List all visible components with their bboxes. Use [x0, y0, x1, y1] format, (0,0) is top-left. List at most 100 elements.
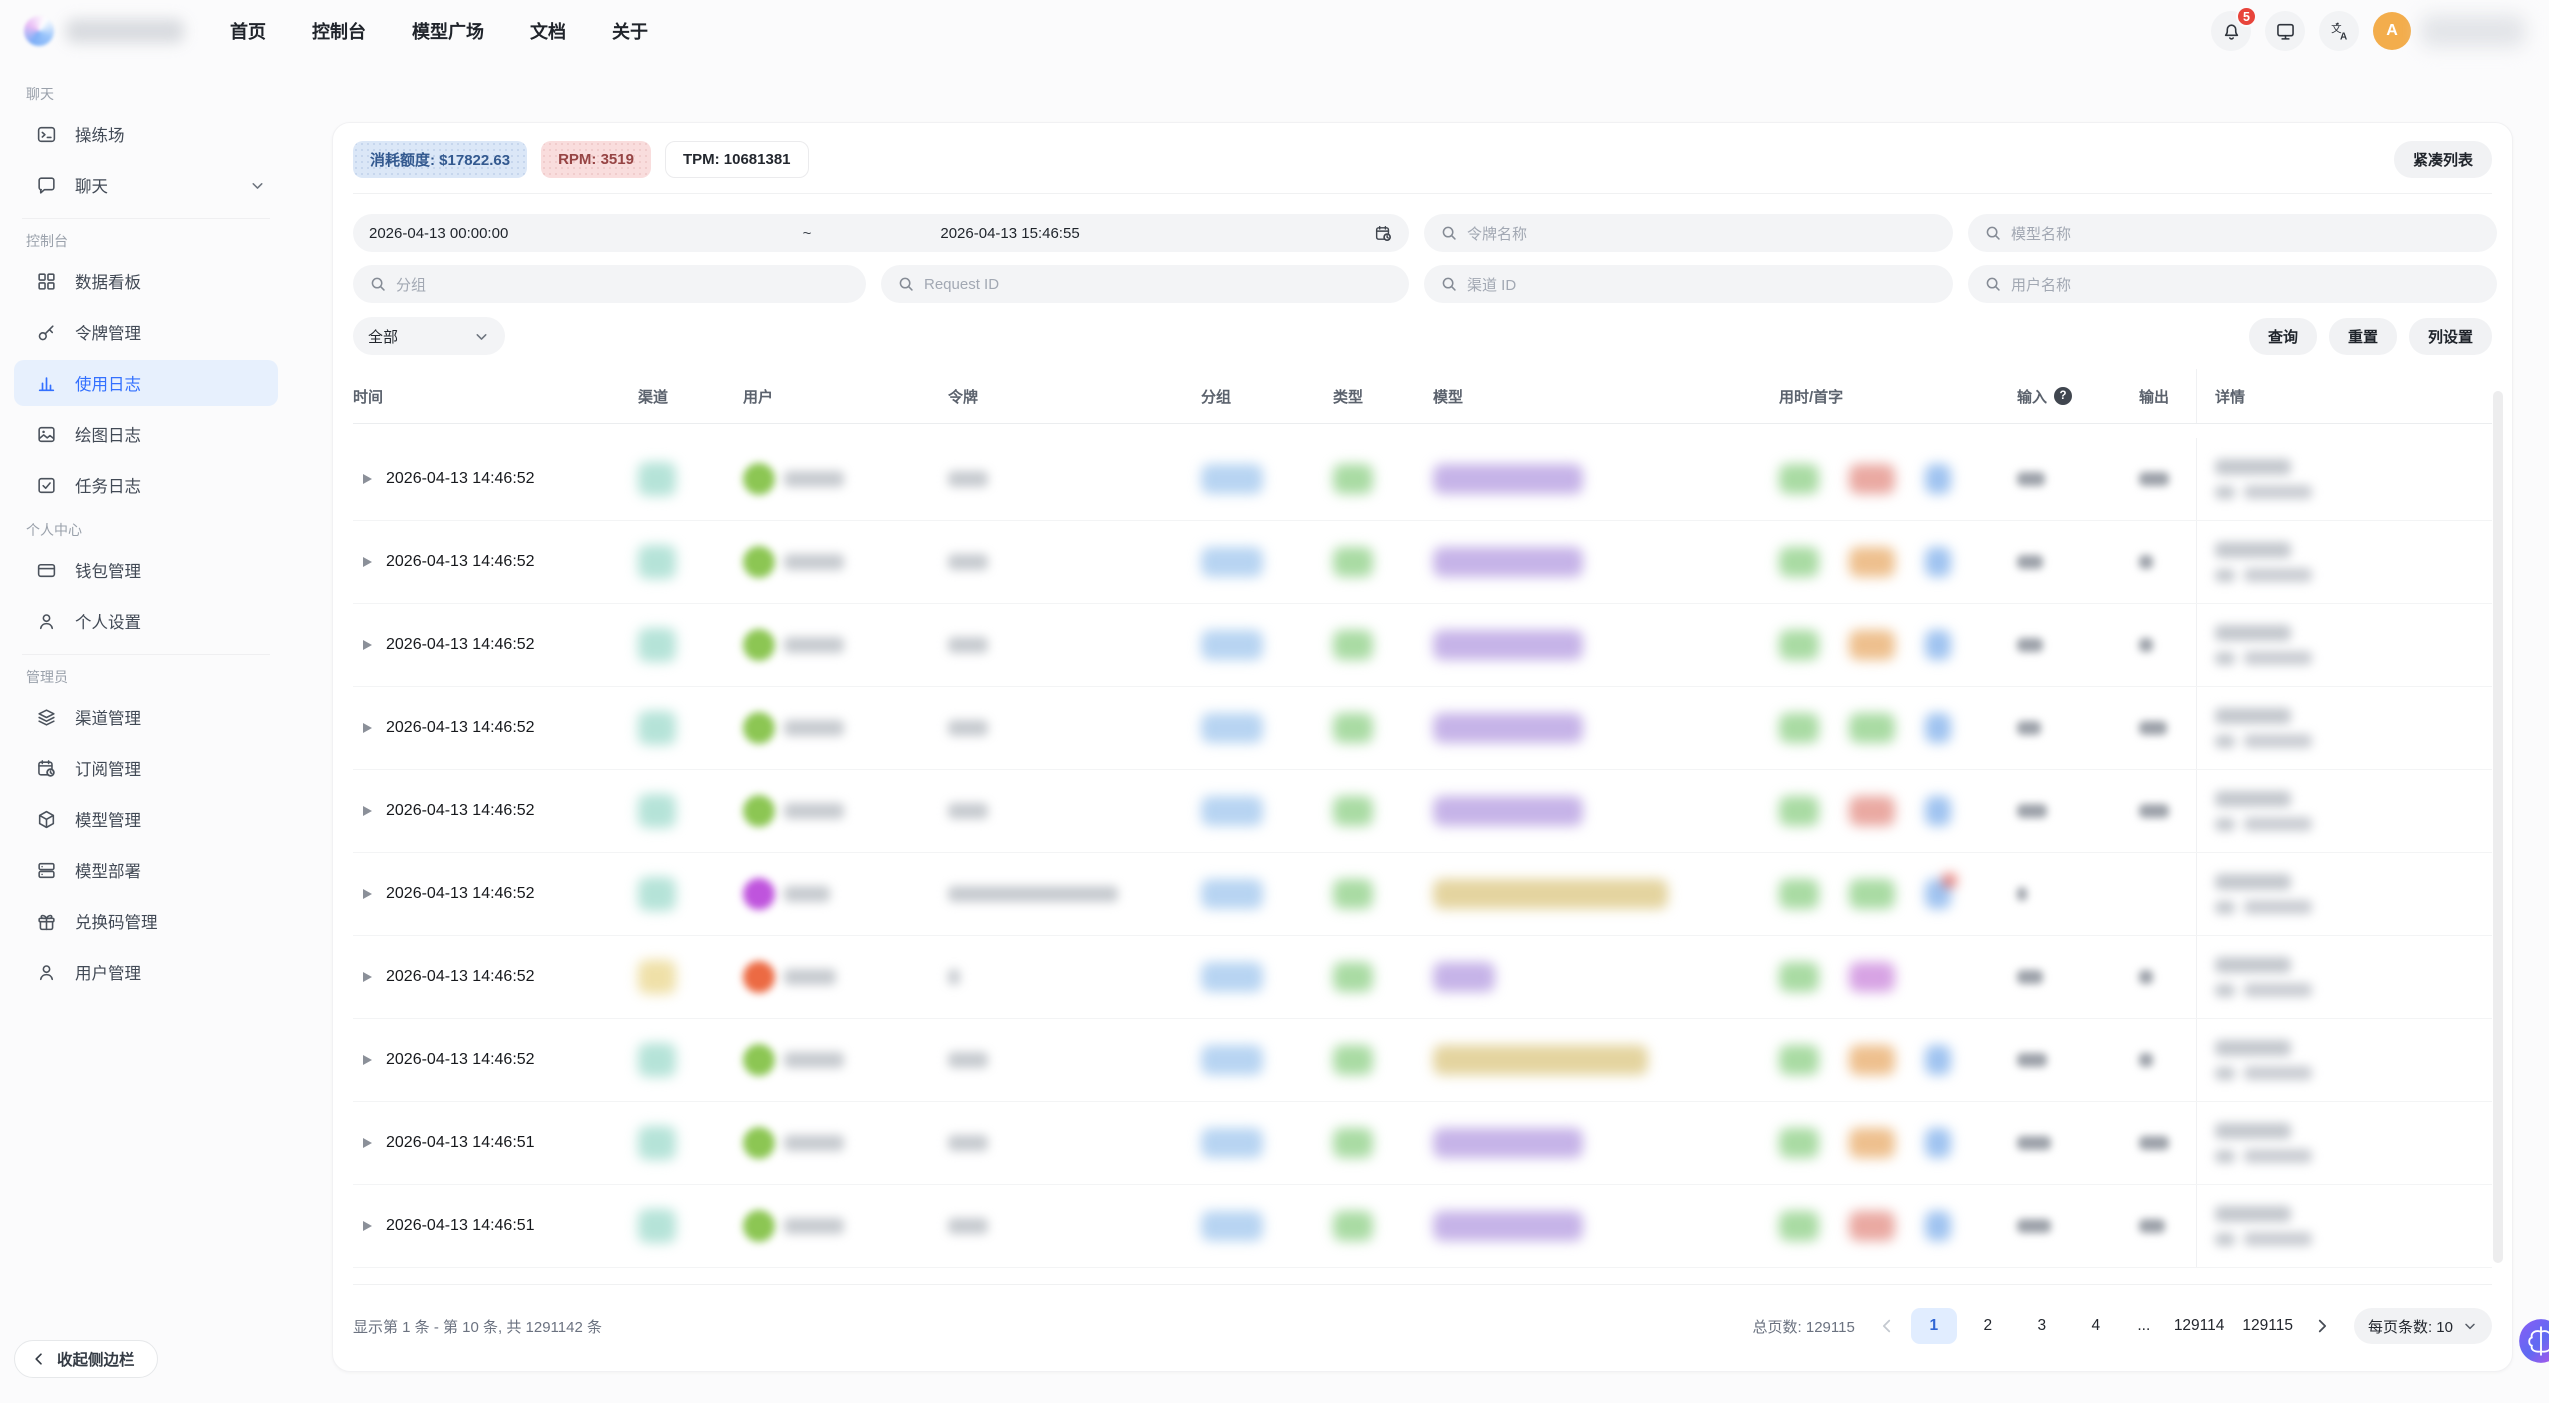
sidebar-item-redemption[interactable]: 兑换码管理: [14, 898, 278, 944]
reset-button[interactable]: 重置: [2329, 318, 2397, 355]
type-tag: [1333, 464, 1373, 494]
help-icon[interactable]: ?: [2054, 387, 2072, 405]
col-token: 令牌: [948, 386, 1201, 407]
collapse-sidebar-button[interactable]: 收起侧边栏: [14, 1340, 158, 1378]
nav-home[interactable]: 首页: [230, 18, 266, 44]
expand-caret-icon[interactable]: [363, 806, 372, 816]
sidebar-item-usage-logs[interactable]: 使用日志: [14, 360, 278, 406]
table-scrollbar[interactable]: [2493, 391, 2503, 1263]
expand-caret-icon[interactable]: [363, 1138, 372, 1148]
table-row[interactable]: 2026-04-13 14:46:51: [353, 1102, 2492, 1185]
expand-caret-icon[interactable]: [363, 474, 372, 484]
model-name-input[interactable]: 模型名称: [1968, 214, 2497, 252]
language-button[interactable]: 文A: [2319, 11, 2359, 51]
details-line-blurred: [2215, 791, 2291, 807]
sidebar-item-dashboard[interactable]: 数据看板: [14, 258, 278, 304]
sidebar-item-models[interactable]: 模型管理: [14, 796, 278, 842]
notifications-button[interactable]: 5: [2211, 11, 2251, 51]
sidebar-item-settings[interactable]: 个人设置: [14, 598, 278, 644]
calendar-clock-icon: [36, 758, 57, 779]
expand-caret-icon[interactable]: [363, 889, 372, 899]
table-body: 2026-04-13 14:46:52 2026-04-13 14:46:52: [353, 424, 2492, 1268]
type-select[interactable]: 全部: [353, 317, 505, 355]
details-cell: [2196, 1102, 2494, 1184]
sidebar-item-wallet[interactable]: 钱包管理: [14, 547, 278, 593]
username-input[interactable]: 用户名称: [1968, 265, 2497, 303]
expand-caret-icon[interactable]: [363, 1221, 372, 1231]
sidebar-item-tokens[interactable]: 令牌管理: [14, 309, 278, 355]
collapse-sidebar-label: 收起侧边栏: [57, 1348, 135, 1370]
table-row[interactable]: 2026-04-13 14:46:52: [353, 521, 2492, 604]
sidebar-item-users[interactable]: 用户管理: [14, 949, 278, 995]
sidebar-item-deployments[interactable]: 模型部署: [14, 847, 278, 893]
details-cost-blurred: [2244, 651, 2312, 665]
expand-caret-icon[interactable]: [363, 723, 372, 733]
column-settings-button[interactable]: 列设置: [2409, 318, 2492, 355]
page-button[interactable]: 129115: [2237, 1308, 2298, 1344]
table-row[interactable]: 2026-04-13 14:46:51: [353, 1185, 2492, 1268]
group-tag: [1201, 879, 1263, 909]
assistant-float-button[interactable]: [2518, 1318, 2549, 1364]
table-row[interactable]: 2026-04-13 14:46:52: [353, 770, 2492, 853]
brand[interactable]: [24, 16, 192, 46]
user-name-blurred: [784, 637, 844, 653]
table-row[interactable]: 2026-04-13 14:46:52: [353, 438, 2492, 521]
latency-pill: [1925, 1211, 1951, 1241]
request-id-input[interactable]: Request ID: [881, 265, 1409, 303]
latency-pill: [1849, 464, 1895, 494]
nav-console[interactable]: 控制台: [312, 18, 366, 44]
nav-about[interactable]: 关于: [612, 18, 648, 44]
user-avatar: [743, 1210, 775, 1242]
details-line-blurred: [2215, 708, 2291, 724]
row-timestamp: 2026-04-13 14:46:52: [386, 968, 535, 986]
nav-model-square[interactable]: 模型广场: [412, 18, 484, 44]
page-button[interactable]: 3: [2019, 1308, 2065, 1344]
compact-list-button[interactable]: 紧凑列表: [2394, 141, 2492, 178]
expand-caret-icon[interactable]: [363, 640, 372, 650]
server-icon: [36, 860, 57, 881]
avatar[interactable]: A: [2373, 12, 2411, 50]
table-row[interactable]: 2026-04-13 14:46:52: [353, 1019, 2492, 1102]
sidebar-item-drawing-logs[interactable]: 绘图日志: [14, 411, 278, 457]
page-button[interactable]: 4: [2073, 1308, 2119, 1344]
calendar-icon: [1374, 224, 1393, 243]
table-row[interactable]: 2026-04-13 14:46:52: [353, 853, 2492, 936]
page-button[interactable]: 129114: [2169, 1308, 2230, 1344]
chevron-left-icon: [31, 1351, 47, 1367]
latency-tags: [1779, 464, 2017, 494]
next-page-button[interactable]: [2306, 1308, 2338, 1344]
sidebar-item-subscriptions[interactable]: 订阅管理: [14, 745, 278, 791]
token-name-input[interactable]: 令牌名称: [1424, 214, 1953, 252]
expand-caret-icon[interactable]: [363, 1055, 372, 1065]
nav-docs[interactable]: 文档: [530, 18, 566, 44]
row-timestamp: 2026-04-13 14:46:52: [386, 1051, 535, 1069]
table-row[interactable]: 2026-04-13 14:46:52: [353, 687, 2492, 770]
latency-tags: [1779, 630, 2017, 660]
user-name-blurred: [784, 471, 844, 487]
date-range-input[interactable]: 2026-04-13 00:00:00 ~ 2026-04-13 15:46:5…: [353, 214, 1409, 252]
app-logo-icon: [24, 16, 54, 46]
latency-pill: [1849, 1045, 1895, 1075]
channel-id-input[interactable]: 渠道 ID: [1424, 265, 1953, 303]
sidebar-item-task-logs[interactable]: 任务日志: [14, 462, 278, 508]
query-button[interactable]: 查询: [2249, 318, 2317, 355]
expand-caret-icon[interactable]: [363, 972, 372, 982]
model-tag: [1433, 1211, 1583, 1241]
sidebar-item-chat[interactable]: 聊天: [14, 162, 278, 208]
prev-page-button[interactable]: [1871, 1308, 1903, 1344]
sidebar-item-playground[interactable]: 操练场: [14, 111, 278, 157]
token-name-blurred: [948, 969, 960, 985]
expand-caret-icon[interactable]: [363, 557, 372, 567]
theme-display-button[interactable]: [2265, 11, 2305, 51]
sidebar-item-channels[interactable]: 渠道管理: [14, 694, 278, 740]
row-timestamp: 2026-04-13 14:46:51: [386, 1134, 535, 1152]
page-size-select[interactable]: 每页条数: 10: [2354, 1308, 2492, 1344]
table-row[interactable]: 2026-04-13 14:46:52: [353, 936, 2492, 1019]
token-name-placeholder: 令牌名称: [1467, 223, 1527, 244]
group-input[interactable]: 分组: [353, 265, 866, 303]
table-row[interactable]: 2026-04-13 14:46:52: [353, 604, 2492, 687]
details-cell: [2196, 1019, 2494, 1101]
latency-pill: [1779, 1045, 1819, 1075]
page-button[interactable]: 2: [1965, 1308, 2011, 1344]
page-button[interactable]: 1: [1911, 1308, 1957, 1344]
